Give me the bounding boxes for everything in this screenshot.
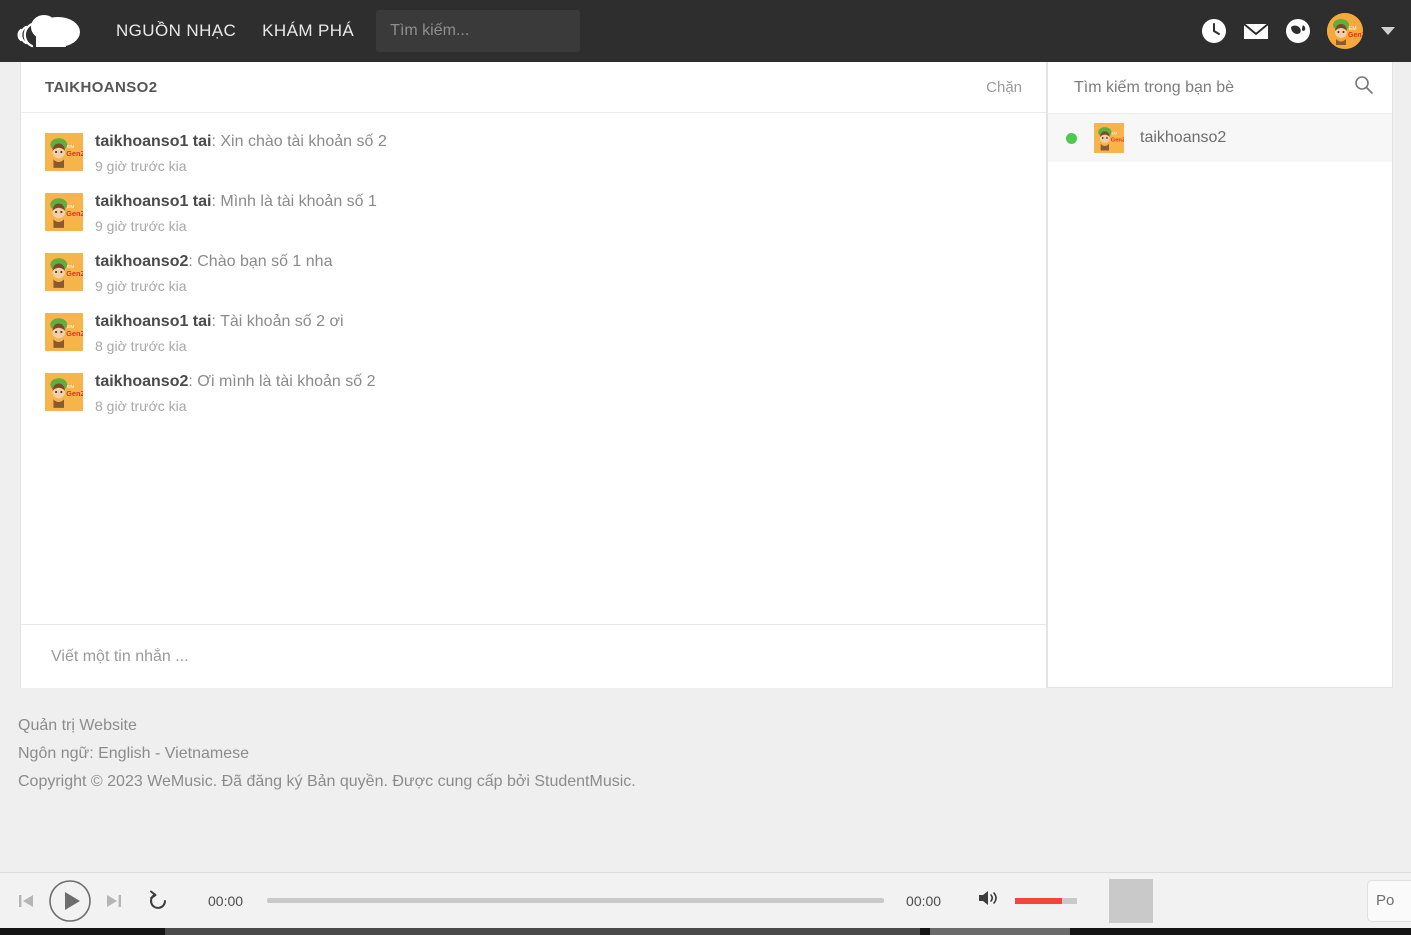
message-text: Xin chào tài khoản số 2: [220, 133, 387, 150]
friends-panel: EMGenZ taikhoanso2: [1047, 62, 1393, 688]
nav-item-kham-pha[interactable]: KHÁM PHÁ: [262, 21, 354, 41]
footer-admin-link[interactable]: Quản trị Website: [18, 712, 1411, 740]
history-clock-icon[interactable]: [1201, 18, 1227, 44]
message-line: taikhoanso2: Ơi mình là tài khoản số 2: [95, 372, 376, 392]
taskbar-segment: [165, 928, 920, 935]
chat-title: TAIKHOANSO2: [45, 78, 158, 96]
volume-slider-fill: [1015, 897, 1062, 904]
os-taskbar: [0, 928, 1411, 935]
svg-text:GenZ: GenZ: [66, 269, 83, 278]
next-track-icon[interactable]: [104, 891, 124, 911]
message-composer: [21, 624, 1046, 688]
message-body: taikhoanso1 tai: Xin chào tài khoản số 2…: [95, 131, 387, 175]
message-row: EMGenZ taikhoanso2: Chào bạn số 1 nha 9 gi…: [21, 243, 1046, 303]
popup-tab[interactable]: Po: [1367, 879, 1411, 922]
message-text: Chào bạn số 1 nha: [197, 253, 333, 270]
friend-avatar: EMGenZ: [1094, 123, 1124, 153]
message-row: EMGenZ taikhoanso1 tai: Tài khoản số 2 ơi…: [21, 303, 1046, 363]
message-line: taikhoanso1 tai: Xin chào tài khoản số 2: [95, 132, 387, 152]
message-text: Mình là tài khoản số 1: [220, 193, 377, 210]
repeat-icon[interactable]: [146, 889, 170, 913]
svg-text:GenZ: GenZ: [1111, 137, 1124, 143]
message-body: taikhoanso2: Chào bạn số 1 nha 9 giờ trướ…: [95, 251, 332, 295]
message-author[interactable]: taikhoanso1 tai: [95, 133, 211, 150]
message-timestamp: 9 giờ trước kia: [95, 158, 187, 174]
search-icon[interactable]: [1354, 75, 1374, 100]
friends-search-input[interactable]: [1074, 78, 1354, 97]
message-body: taikhoanso1 tai: Mình là tài khoản số 1 9…: [95, 191, 377, 235]
svg-text:GenZ: GenZ: [1348, 32, 1363, 39]
friend-name: taikhoanso2: [1140, 129, 1227, 146]
footer-language[interactable]: Ngôn ngữ: English - Vietnamese: [18, 740, 1411, 768]
friend-list-item[interactable]: EMGenZ taikhoanso2: [1048, 114, 1392, 162]
footer-copyright: Copyright © 2023 WeMusic. Đã đăng ký Bản…: [18, 773, 636, 790]
media-player-bar: 00:00 00:00 Po: [0, 872, 1411, 928]
message-timestamp: 8 giờ trước kia: [95, 398, 187, 414]
message-body: taikhoanso1 tai: Tài khoản số 2 ơi 8 giờ …: [95, 311, 344, 355]
volume-slider[interactable]: [1015, 897, 1078, 904]
message-timestamp: 9 giờ trước kia: [95, 218, 187, 234]
block-user-link[interactable]: Chặn: [986, 79, 1022, 96]
message-separator: :: [188, 253, 198, 270]
progress-bar[interactable]: [267, 898, 885, 903]
svg-text:GenZ: GenZ: [66, 329, 83, 338]
message-avatar: EMGenZ: [45, 373, 83, 411]
top-navigation-bar: NGUỒN NHẠC KHÁM PHÁ Tìm kiếm... EM Gen: [0, 0, 1411, 62]
message-list: EMGenZ taikhoanso1 tai: Xin chào tài khoả…: [21, 113, 1046, 423]
svg-text:GenZ: GenZ: [66, 389, 83, 398]
message-line: taikhoanso1 tai: Mình là tài khoản số 1: [95, 192, 377, 212]
message-avatar: EMGenZ: [45, 313, 83, 351]
taskbar-segment: [930, 928, 1070, 935]
message-author[interactable]: taikhoanso2: [95, 373, 188, 390]
globe-icon[interactable]: [1285, 18, 1311, 44]
nav-item-nguon-nhac[interactable]: NGUỒN NHẠC: [116, 21, 236, 41]
message-row: EMGenZ taikhoanso1 tai: Mình là tài khoản…: [21, 183, 1046, 243]
global-search-container: [376, 10, 581, 52]
message-row: EMGenZ taikhoanso1 tai: Xin chào tài khoả…: [21, 123, 1046, 183]
page-body: TAIKHOANSO2 Chặn EMGenZtaikhoanso1 tai: …: [0, 62, 1411, 872]
message-author[interactable]: taikhoanso1 tai: [95, 193, 211, 210]
current-time: 00:00: [208, 892, 244, 909]
track-thumbnail: [1109, 878, 1154, 923]
site-footer: Quản trị Website Ngôn ngữ: English - Vie…: [0, 688, 1411, 796]
left-gutter: [0, 62, 20, 688]
chat-header: TAIKHOANSO2 Chặn: [21, 62, 1046, 113]
search-input[interactable]: [376, 10, 581, 52]
total-time: 00:00: [906, 892, 942, 909]
message-avatar: EMGenZ: [45, 193, 83, 231]
avatar[interactable]: EM GenZ: [1327, 13, 1363, 49]
online-status-dot: [1066, 132, 1077, 144]
message-separator: :: [211, 313, 221, 330]
message-separator: :: [188, 373, 198, 390]
svg-text:EM: EM: [1112, 132, 1118, 136]
message-author[interactable]: taikhoanso1 tai: [95, 313, 211, 330]
message-line: taikhoanso2: Chào bạn số 1 nha: [95, 252, 332, 272]
friends-search-bar: [1048, 62, 1392, 114]
message-timestamp: 8 giờ trước kia: [95, 338, 187, 354]
message-avatar: EMGenZ: [45, 253, 83, 291]
message-author[interactable]: taikhoanso2: [95, 253, 188, 270]
mail-envelope-icon[interactable]: [1243, 18, 1269, 44]
friend-list: EMGenZ taikhoanso2: [1048, 114, 1392, 162]
volume-icon[interactable]: [977, 888, 1001, 913]
chat-panel: TAIKHOANSO2 Chặn EMGenZ taikhoanso1 tai: …: [20, 62, 1047, 688]
soundcloud-logo[interactable]: [14, 8, 90, 54]
previous-track-icon[interactable]: [16, 891, 36, 911]
message-row: EMGenZ taikhoanso2: Ơi mình là tài khoản …: [21, 363, 1046, 423]
chevron-down-icon[interactable]: [1381, 27, 1395, 35]
message-text: Tài khoản số 2 ơi: [220, 313, 344, 330]
message-text: Ơi mình là tài khoản số 2: [197, 373, 376, 390]
play-button[interactable]: [48, 879, 92, 923]
header-actions: EM GenZ: [1201, 13, 1395, 49]
message-body: taikhoanso2: Ơi mình là tài khoản số 2 8 …: [95, 371, 376, 415]
svg-text:GenZ: GenZ: [66, 209, 83, 218]
message-avatar: EMGenZ: [45, 133, 83, 171]
message-timestamp: 9 giờ trước kia: [95, 278, 187, 294]
message-input[interactable]: [51, 647, 1016, 666]
svg-text:GenZ: GenZ: [66, 149, 83, 158]
message-line: taikhoanso1 tai: Tài khoản số 2 ơi: [95, 312, 344, 332]
